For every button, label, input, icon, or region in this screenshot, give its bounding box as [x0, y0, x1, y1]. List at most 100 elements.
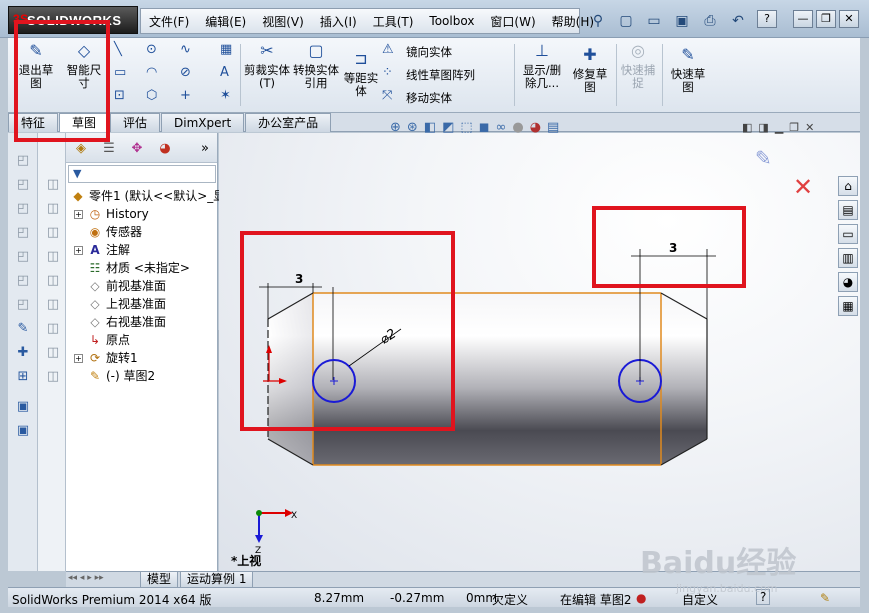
feature-icon[interactable]: ◫	[43, 273, 63, 291]
tree-root-part[interactable]: ◆ 零件1 (默认<<默认>_显	[70, 187, 225, 205]
menu-insert[interactable]: 插入(I)	[312, 13, 365, 30]
repair-sketch-button[interactable]: ✚ 修复草图	[568, 47, 612, 94]
property-manager-icon[interactable]: ☰	[98, 139, 120, 159]
fillet-tool-icon[interactable]: ✶	[220, 88, 231, 103]
viewport-minimize-icon[interactable]: ▁	[775, 121, 783, 134]
menu-view[interactable]: 视图(V)	[254, 13, 312, 30]
mirror-entities-button[interactable]: 镜向实体	[406, 44, 452, 60]
layer-icon[interactable]: ▣	[13, 423, 33, 441]
home-icon[interactable]: ⌂	[838, 176, 858, 196]
view-palette-icon[interactable]: ▥	[838, 248, 858, 268]
move-entities-button[interactable]: 移动实体	[406, 90, 452, 106]
feature-icon[interactable]: ◫	[43, 201, 63, 219]
exit-sketch-button[interactable]: ✎ 退出草图	[14, 43, 58, 90]
expand-icon[interactable]: +	[74, 354, 83, 363]
feature-icon[interactable]: ◫	[43, 297, 63, 315]
zoom-area-icon[interactable]: ⊛	[407, 120, 418, 135]
exit-sketch-corner-icon[interactable]: ✎	[755, 146, 772, 170]
view-cube-icon[interactable]: ◰	[13, 297, 33, 315]
cancel-sketch-corner-icon[interactable]: ✕	[793, 173, 813, 201]
tree-filter[interactable]: ▼	[68, 165, 216, 183]
tab-evaluate[interactable]: 评估	[110, 113, 161, 132]
convert-entities-button[interactable]: ▢ 转换实体引用	[292, 43, 340, 90]
left-dim-value[interactable]: 3	[295, 272, 303, 286]
slot-tool-icon[interactable]: ⊡	[114, 88, 125, 103]
relations-icon[interactable]: ⊞	[13, 369, 33, 387]
tree-item-front-plane[interactable]: ◇ 前视基准面	[87, 277, 166, 295]
tab-model[interactable]: 模型	[140, 572, 179, 588]
view-settings-icon[interactable]: ▤	[547, 120, 559, 135]
feature-icon[interactable]: ◫	[43, 177, 63, 195]
linear-pattern-button[interactable]: 线性草图阵列	[406, 67, 475, 83]
view-cube-icon[interactable]: ◰	[13, 153, 33, 171]
view-cube-icon[interactable]: ◰	[13, 249, 33, 267]
feature-icon[interactable]: ◫	[43, 225, 63, 243]
file-explorer-icon[interactable]: ▭	[838, 224, 858, 244]
section-view-icon[interactable]: ◩	[442, 120, 454, 135]
view-orientation-icon[interactable]: ⬚	[460, 120, 472, 135]
rectangle-tool-icon[interactable]: ▭	[114, 65, 126, 80]
quick-snaps-button[interactable]: ◎ 快速捕捉	[618, 43, 658, 90]
feature-icon[interactable]: ◫	[43, 321, 63, 339]
custom-properties-icon[interactable]: ▦	[838, 296, 858, 316]
hide-show-icon[interactable]: ∞	[496, 120, 507, 135]
menu-window[interactable]: 窗口(W)	[482, 13, 543, 30]
tree-item-top-plane[interactable]: ◇ 上视基准面	[87, 295, 166, 313]
minimize-button[interactable]: —	[793, 10, 813, 28]
help-button[interactable]: ?	[757, 10, 777, 28]
right-chamfer[interactable]	[661, 293, 707, 465]
tree-item-history[interactable]: + ◷ History	[74, 205, 149, 223]
right-dim-value[interactable]: 3	[669, 241, 677, 255]
zoom-to-fit-icon[interactable]: ⊕	[390, 120, 401, 135]
construction-grid-icon[interactable]: ▦	[220, 42, 232, 57]
tab-scroll-arrows-icon[interactable]: ◂◂ ◂ ▸ ▸▸	[68, 573, 104, 583]
circle-tool-icon[interactable]: ⊙	[146, 42, 157, 57]
layer-icon[interactable]: ▣	[13, 399, 33, 417]
feature-manager-icon[interactable]: ◈	[70, 139, 92, 159]
viewport-restore-icon[interactable]: ❐	[789, 121, 799, 134]
expand-icon[interactable]: +	[74, 210, 83, 219]
menu-edit[interactable]: 编辑(E)	[197, 13, 254, 30]
tab-dimxpert[interactable]: DimXpert	[161, 113, 245, 132]
appearances-icon[interactable]: ◕	[838, 272, 858, 292]
panel-left-icon[interactable]: ◧	[742, 121, 752, 134]
previous-view-icon[interactable]: ◧	[424, 120, 436, 135]
menu-toolbox[interactable]: Toolbox	[421, 14, 482, 28]
appearance-manager-icon[interactable]: ◕	[154, 139, 176, 159]
sketch-edit-icon[interactable]: ✎	[13, 321, 33, 339]
tree-item-material[interactable]: ☷ 材质 <未指定>	[87, 259, 190, 277]
undo-icon[interactable]: ↶	[725, 10, 751, 32]
tab-motion-study[interactable]: 运动算例 1	[180, 572, 254, 588]
expand-icon[interactable]: +	[74, 246, 83, 255]
design-library-icon[interactable]: ▤	[838, 200, 858, 220]
tree-item-origin[interactable]: ↳ 原点	[87, 331, 130, 349]
expand-tabs-icon[interactable]: »	[194, 139, 216, 159]
tree-item-right-plane[interactable]: ◇ 右视基准面	[87, 313, 166, 331]
scene-icon[interactable]: ◕	[530, 120, 541, 135]
view-cube-icon[interactable]: ◰	[13, 225, 33, 243]
ellipse-tool-icon[interactable]: ⊘	[180, 65, 191, 80]
sketch-status-icon[interactable]: ✎	[820, 591, 830, 605]
tree-item-annotations[interactable]: + A 注解	[74, 241, 130, 259]
linear-pattern-icon[interactable]: ⁘	[382, 65, 393, 80]
tab-sketch[interactable]: 草图	[59, 113, 110, 132]
new-document-icon[interactable]: ▢	[613, 10, 639, 32]
panel-right-icon[interactable]: ◨	[758, 121, 768, 134]
spline-tool-icon[interactable]: ∿	[180, 42, 191, 57]
save-icon[interactable]: ▣	[669, 10, 695, 32]
trim-entities-button[interactable]: ✂ 剪裁实体(T)	[244, 43, 290, 90]
appearance-icon[interactable]: ●	[512, 120, 523, 135]
display-style-icon[interactable]: ◼	[479, 120, 490, 135]
point-tool-icon[interactable]: +	[180, 88, 191, 103]
feature-icon[interactable]: ◫	[43, 249, 63, 267]
open-folder-icon[interactable]: ▭	[641, 10, 667, 32]
line-tool-icon[interactable]: ╲	[114, 42, 122, 57]
menu-tools[interactable]: 工具(T)	[365, 13, 422, 30]
tree-item-revolve1[interactable]: + ⟳ 旋转1	[74, 349, 138, 367]
feature-icon[interactable]: ◫	[43, 369, 63, 387]
offset-entities-button[interactable]: ⊐ 等距实体	[342, 51, 380, 98]
config-manager-icon[interactable]: ✥	[126, 139, 148, 159]
feature-icon[interactable]: ◫	[43, 345, 63, 363]
arc-tool-icon[interactable]: ◠	[146, 65, 157, 80]
tree-item-sketch2[interactable]: ✎ (-) 草图2	[87, 367, 155, 385]
